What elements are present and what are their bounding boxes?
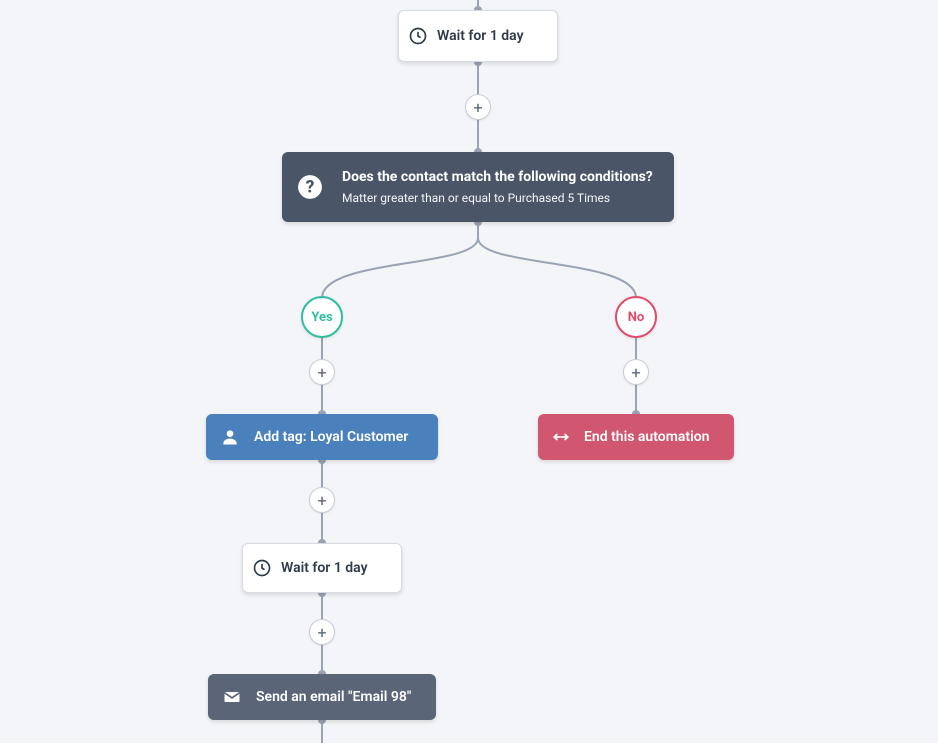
svg-text:?: ? xyxy=(306,177,315,197)
condition-title: Does the contact match the following con… xyxy=(342,169,653,185)
add-step-button-after-tag[interactable]: + xyxy=(309,487,335,513)
end-automation-label: End this automation xyxy=(584,429,709,445)
add-step-button[interactable]: + xyxy=(465,94,491,120)
add-tag-label: Add tag: Loyal Customer xyxy=(254,429,408,445)
branch-yes[interactable]: Yes xyxy=(301,296,343,338)
clock-icon xyxy=(243,558,281,578)
wait-node-2[interactable]: Wait for 1 day xyxy=(242,543,402,593)
end-automation-node[interactable]: End this automation xyxy=(538,414,734,460)
question-icon: ? xyxy=(282,174,338,200)
condition-node[interactable]: ? Does the contact match the following c… xyxy=(282,152,674,222)
add-step-button-no[interactable]: + xyxy=(623,359,649,385)
condition-subtitle: Matter greater than or equal to Purchase… xyxy=(342,191,653,205)
exit-icon xyxy=(538,427,584,447)
mail-icon xyxy=(208,687,256,707)
add-step-button-after-wait2[interactable]: + xyxy=(309,619,335,645)
wait-node-1[interactable]: Wait for 1 day xyxy=(398,10,558,62)
add-step-button-yes[interactable]: + xyxy=(309,359,335,385)
wait-node-2-label: Wait for 1 day xyxy=(281,560,368,576)
clock-icon xyxy=(399,26,437,46)
wait-node-1-label: Wait for 1 day xyxy=(437,28,524,44)
send-email-label: Send an email "Email 98" xyxy=(256,689,411,705)
person-icon xyxy=(206,427,254,447)
branch-no[interactable]: No xyxy=(615,296,657,338)
add-tag-node[interactable]: Add tag: Loyal Customer xyxy=(206,414,438,460)
send-email-node[interactable]: Send an email "Email 98" xyxy=(208,674,436,720)
